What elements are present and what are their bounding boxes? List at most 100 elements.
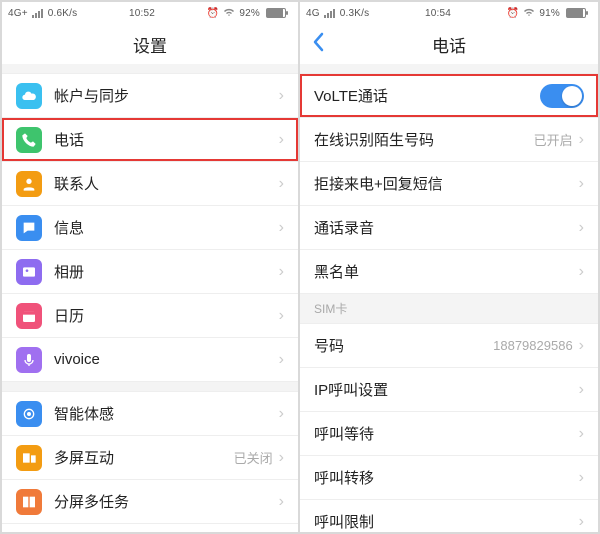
phone-item-reject-sms[interactable]: 拒接来电+回复短信› (300, 162, 598, 206)
clock: 10:54 (425, 8, 451, 19)
item-value: 已开启 (534, 130, 573, 149)
clock: 10:52 (129, 8, 155, 19)
section-header-sim: SIM卡 (300, 294, 598, 324)
nav-bar: 电话 (300, 24, 598, 64)
settings-item-vivoice[interactable]: vivoice› (2, 338, 298, 382)
battery-label: 91% (539, 8, 560, 19)
settings-screen: 4G+ 0.6K/s 10:52 ⏰ 92% 设置 帐户与同步›电话›联系人›信… (2, 2, 300, 532)
battery-label: 92% (239, 8, 260, 19)
split-icon (16, 489, 42, 515)
network-label: 4G (306, 8, 320, 19)
item-label: vivoice (54, 351, 279, 368)
speed-label: 0.3K/s (340, 8, 370, 19)
phone-item-call-waiting[interactable]: 呼叫等待› (300, 412, 598, 456)
phone-item-call-record[interactable]: 通话录音› (300, 206, 598, 250)
phone-item-blacklist[interactable]: 黑名单› (300, 250, 598, 294)
section-gap (300, 64, 598, 74)
toggle-switch[interactable] (540, 84, 584, 108)
phone-settings-screen: 4G 0.3K/s 10:54 ⏰ 91% 电话 VoLTE通话在线识别陌生号码… (300, 2, 598, 532)
alarm-icon: ⏰ (207, 8, 220, 19)
phone-item-volte[interactable]: VoLTE通话 (300, 74, 598, 118)
phone-item-unknown-id[interactable]: 在线识别陌生号码已开启 › (300, 118, 598, 162)
chevron-right-icon: › (579, 469, 584, 487)
item-label: 通话录音 (314, 217, 579, 238)
calendar-icon (16, 303, 42, 329)
settings-list[interactable]: 帐户与同步›电话›联系人›信息›相册›日历›vivoice› 智能体感›多屏互动… (2, 64, 298, 532)
item-label: 拒接来电+回复短信 (314, 173, 579, 194)
gallery-icon (16, 259, 42, 285)
page-title: 电话 (432, 32, 466, 57)
speed-label: 0.6K/s (48, 8, 78, 19)
settings-item-calendar[interactable]: 日历› (2, 294, 298, 338)
battery-icon (566, 8, 586, 18)
item-label: 信息 (54, 217, 279, 238)
chevron-right-icon: › (579, 425, 584, 443)
chevron-right-icon: › (579, 337, 584, 355)
status-bar: 4G+ 0.6K/s 10:52 ⏰ 92% (2, 2, 298, 24)
chevron-right-icon: › (279, 307, 284, 325)
chevron-right-icon: › (579, 175, 584, 193)
phone-icon (16, 127, 42, 153)
item-label: 多屏互动 (54, 447, 234, 468)
chevron-right-icon: › (579, 263, 584, 281)
item-label: IP呼叫设置 (314, 379, 579, 400)
settings-item-split-screen[interactable]: 分屏多任务› (2, 480, 298, 524)
phone-item-number[interactable]: 号码18879829586 › (300, 324, 598, 368)
chevron-right-icon: › (579, 219, 584, 237)
settings-item-messages[interactable]: 信息› (2, 206, 298, 250)
multiscr-icon (16, 445, 42, 471)
mic-icon (16, 347, 42, 373)
chevron-right-icon: › (279, 263, 284, 281)
wifi-icon (223, 7, 235, 20)
item-value: 18879829586 (493, 338, 573, 353)
settings-item-smart-sensor[interactable]: 智能体感› (2, 392, 298, 436)
section-gap (2, 382, 298, 392)
item-value: 已关闭 (234, 448, 273, 467)
back-button[interactable] (312, 32, 324, 56)
settings-item-gallery[interactable]: 相册› (2, 250, 298, 294)
phone-item-call-forward[interactable]: 呼叫转移› (300, 456, 598, 500)
chevron-right-icon: › (279, 351, 284, 369)
wifi-icon (523, 7, 535, 20)
alarm-icon: ⏰ (507, 8, 520, 19)
chevron-right-icon: › (279, 449, 284, 467)
item-label: 联系人 (54, 173, 279, 194)
battery-icon (266, 8, 286, 18)
chevron-right-icon: › (279, 405, 284, 423)
phone-item-call-limit[interactable]: 呼叫限制› (300, 500, 598, 532)
chevron-right-icon: › (579, 513, 584, 531)
contacts-icon (16, 171, 42, 197)
settings-item-multi-screen[interactable]: 多屏互动已关闭 › (2, 436, 298, 480)
settings-item-phone[interactable]: 电话› (2, 118, 298, 162)
status-bar: 4G 0.3K/s 10:54 ⏰ 91% (300, 2, 598, 24)
chevron-right-icon: › (279, 219, 284, 237)
phone-settings-list[interactable]: VoLTE通话在线识别陌生号码已开启›拒接来电+回复短信›通话录音›黑名单› S… (300, 64, 598, 532)
message-icon (16, 215, 42, 241)
page-title: 设置 (133, 32, 167, 57)
item-label: 日历 (54, 305, 279, 326)
signal-icon (324, 9, 336, 18)
cloud-icon (16, 83, 42, 109)
settings-item-one-hand[interactable]: 单手操作› (2, 524, 298, 532)
chevron-right-icon: › (279, 175, 284, 193)
settings-item-accounts-sync[interactable]: 帐户与同步› (2, 74, 298, 118)
phone-item-ip-call[interactable]: IP呼叫设置› (300, 368, 598, 412)
item-label: 呼叫限制 (314, 511, 579, 532)
item-label: 呼叫等待 (314, 423, 579, 444)
chevron-right-icon: › (579, 381, 584, 399)
item-label: 呼叫转移 (314, 467, 579, 488)
item-label: 号码 (314, 335, 493, 356)
chevron-right-icon: › (279, 131, 284, 149)
settings-item-contacts[interactable]: 联系人› (2, 162, 298, 206)
chevron-right-icon: › (279, 87, 284, 105)
section-gap (2, 64, 298, 74)
item-label: 电话 (54, 129, 279, 150)
item-label: 在线识别陌生号码 (314, 129, 534, 150)
chevron-right-icon: › (579, 131, 584, 149)
sensor-icon (16, 401, 42, 427)
item-label: 帐户与同步 (54, 85, 279, 106)
signal-icon (32, 9, 44, 18)
item-label: 黑名单 (314, 261, 579, 282)
item-label: 相册 (54, 261, 279, 282)
nav-bar: 设置 (2, 24, 298, 64)
